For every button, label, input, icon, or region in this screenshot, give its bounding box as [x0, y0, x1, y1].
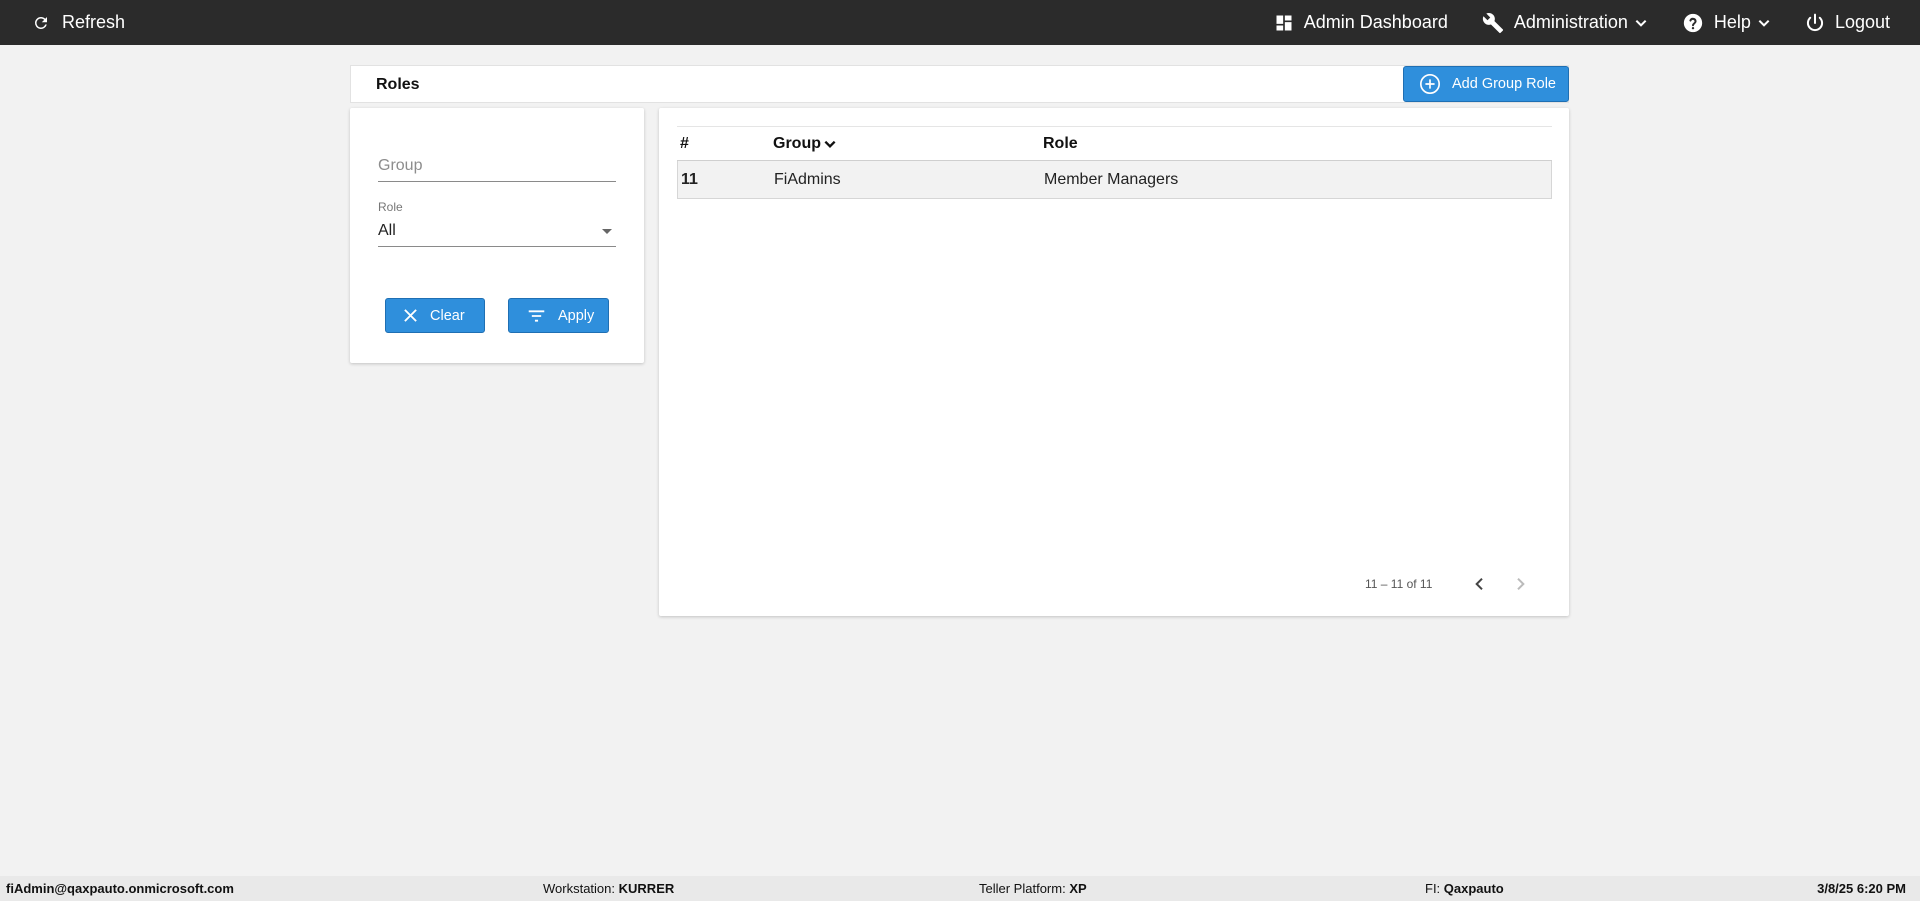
- top-navigation-bar: Refresh Admin Dashboard Administration H: [0, 0, 1920, 45]
- column-header-group[interactable]: Group: [773, 135, 1043, 153]
- chevron-down-icon: [1635, 19, 1647, 27]
- refresh-label: Refresh: [62, 12, 126, 32]
- help-menu[interactable]: Help: [1682, 0, 1771, 45]
- chevron-right-icon[interactable]: [1512, 576, 1528, 592]
- status-user: fiAdmin@qaxpauto.onmicrosoft.com: [6, 881, 234, 896]
- logout-button[interactable]: Logout: [1805, 0, 1890, 45]
- page-title: Roles: [376, 76, 420, 93]
- pagination-range: 11 – 11 of 11: [1365, 577, 1433, 591]
- fi-label: FI:: [1425, 881, 1441, 896]
- add-group-role-button[interactable]: Add Group Role: [1403, 66, 1569, 102]
- row-id: 11: [681, 170, 698, 188]
- sort-desc-icon: [824, 140, 836, 148]
- apply-button[interactable]: Apply: [508, 298, 609, 333]
- table-header: # Group Role: [677, 126, 1552, 161]
- role-filter-value: All: [378, 222, 396, 239]
- admin-dashboard-label: Admin Dashboard: [1303, 12, 1448, 32]
- table-row[interactable]: 11 FiAdmins Member Managers: [677, 161, 1552, 199]
- administration-label: Administration: [1513, 12, 1628, 32]
- status-teller-platform: Teller Platform: XP: [979, 876, 1087, 901]
- fi-value: Qaxpauto: [1443, 881, 1504, 896]
- column-header-group-label: Group: [773, 134, 821, 152]
- refresh-icon: [34, 16, 47, 29]
- status-bar: fiAdmin@qaxpauto.onmicrosoft.com Worksta…: [0, 876, 1920, 901]
- teller-value: XP: [1069, 881, 1087, 896]
- status-workstation: Workstation: KURRER: [543, 876, 674, 901]
- topbar-right-menu: Admin Dashboard Administration Help Logo…: [1240, 0, 1890, 45]
- add-group-role-label: Add Group Role: [1452, 76, 1556, 92]
- power-icon: [1806, 13, 1824, 31]
- role-filter-select[interactable]: Role All: [378, 200, 616, 247]
- dashboard-icon: [1276, 15, 1292, 30]
- admin-dashboard-link[interactable]: Admin Dashboard: [1274, 0, 1448, 45]
- filter-icon: [528, 309, 545, 322]
- help-circle-icon: [1683, 13, 1703, 32]
- administration-menu[interactable]: Administration: [1482, 0, 1648, 45]
- pagination: 11 – 11 of 11: [659, 573, 1569, 603]
- clear-label: Clear: [430, 307, 465, 324]
- close-icon: [404, 309, 417, 322]
- group-filter-field: [378, 152, 616, 182]
- page-header: Roles: [350, 65, 1569, 103]
- workstation-value: KURRER: [618, 881, 675, 896]
- filter-panel: Role All Clear Apply: [350, 108, 644, 363]
- refresh-button[interactable]: Refresh: [32, 0, 125, 45]
- roles-table: # Group Role 11 FiAdmins Member Managers: [677, 126, 1552, 199]
- help-label: Help: [1713, 12, 1751, 32]
- role-filter-label: Role: [378, 200, 403, 214]
- wrench-icon: [1482, 12, 1503, 33]
- teller-label: Teller Platform:: [979, 881, 1066, 896]
- apply-label: Apply: [558, 307, 595, 324]
- status-datetime: 3/8/25 6:20 PM: [1817, 881, 1906, 896]
- add-circle-icon: [1420, 74, 1440, 94]
- roles-table-panel: # Group Role 11 FiAdmins Member Managers…: [659, 108, 1569, 616]
- status-fi: FI: Qaxpauto: [1425, 876, 1504, 901]
- column-header-number: #: [680, 134, 689, 152]
- group-filter-input[interactable]: [378, 152, 616, 180]
- row-group: FiAdmins: [774, 170, 841, 188]
- logout-label: Logout: [1834, 12, 1890, 32]
- row-role: Member Managers: [1044, 170, 1179, 188]
- workstation-label: Workstation:: [543, 881, 616, 896]
- clear-button[interactable]: Clear: [385, 298, 485, 333]
- chevron-left-icon[interactable]: [1472, 576, 1488, 592]
- column-header-role: Role: [1043, 134, 1078, 152]
- caret-down-icon: [602, 229, 612, 234]
- chevron-down-icon: [1758, 19, 1770, 27]
